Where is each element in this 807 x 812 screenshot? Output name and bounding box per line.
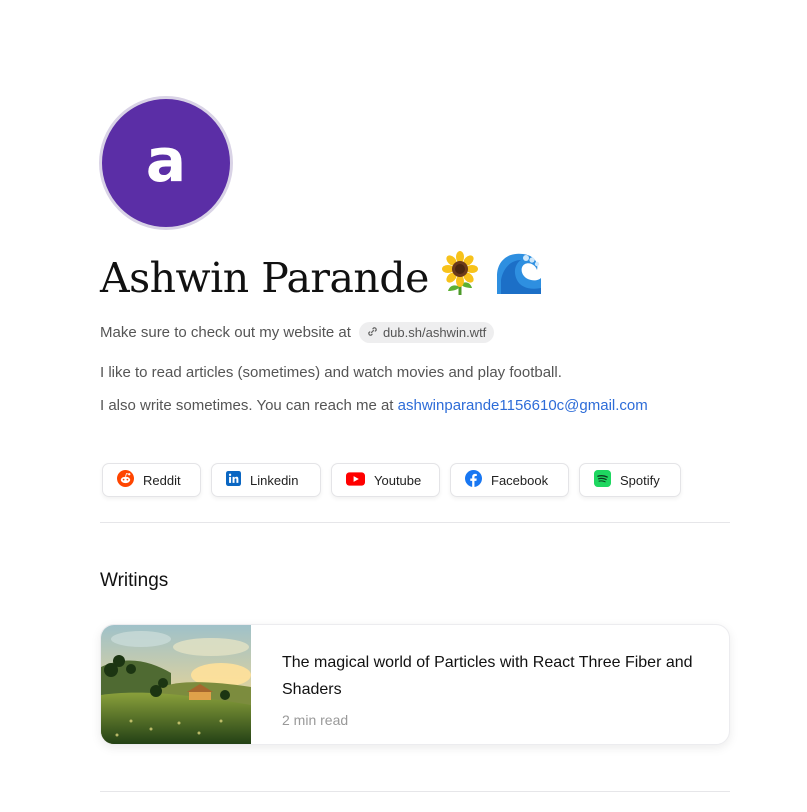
website-link[interactable]: dub.sh/ashwin.wtf xyxy=(358,322,495,343)
facebook-label: Facebook xyxy=(491,472,549,488)
linkedin-icon xyxy=(226,471,241,489)
profile-name: Ashwin Parande xyxy=(100,254,429,302)
spotify-label: Spotify xyxy=(620,472,660,488)
bio-contact-line: I also write sometimes. You can reach me… xyxy=(100,397,648,414)
wave-icon xyxy=(495,250,543,306)
article-title: The magical world of Particles with Reac… xyxy=(282,654,693,698)
article-read-time: 2 min read xyxy=(282,712,349,728)
youtube-icon xyxy=(346,471,365,489)
avatar-letter: a xyxy=(145,126,187,196)
sunflower-icon xyxy=(441,251,479,305)
profile-page: a Ashwin Parande Make sure to check out … xyxy=(0,0,807,812)
reddit-label: Reddit xyxy=(143,472,181,488)
bio-interests: I like to read articles (sometimes) and … xyxy=(100,364,562,381)
website-link-label: dub.sh/ashwin.wtf xyxy=(382,325,487,340)
linkedin-button[interactable]: Linkedin xyxy=(211,463,321,497)
youtube-button[interactable]: Youtube xyxy=(331,463,440,497)
article-card[interactable]: The magical world of Particles with Reac… xyxy=(100,624,730,745)
facebook-button[interactable]: Facebook xyxy=(450,463,569,497)
link-icon xyxy=(367,325,378,340)
reddit-button[interactable]: Reddit xyxy=(102,463,201,497)
section-divider xyxy=(100,791,730,792)
bio-contact-text: I also write sometimes. You can reach me… xyxy=(100,397,394,414)
avatar: a xyxy=(99,96,233,230)
linkedin-label: Linkedin xyxy=(250,472,299,488)
writings-heading: Writings xyxy=(100,570,169,591)
section-divider xyxy=(100,522,730,523)
reddit-icon xyxy=(117,470,134,490)
email-link[interactable]: ashwinparande1156610c@gmail.com xyxy=(398,397,648,414)
article-thumbnail xyxy=(101,625,251,744)
facebook-icon xyxy=(465,470,482,490)
article-body: The magical world of Particles with Reac… xyxy=(251,625,712,744)
page-title: Ashwin Parande xyxy=(100,250,543,306)
bio-website-line: Make sure to check out my website at dub… xyxy=(100,322,495,343)
spotify-button[interactable]: Spotify xyxy=(579,463,681,497)
bio-website-text: Make sure to check out my website at xyxy=(100,324,351,341)
social-links: Reddit Linkedin Youtube Facebook Spotify xyxy=(102,463,681,497)
youtube-label: Youtube xyxy=(374,472,422,488)
spotify-icon xyxy=(594,470,611,490)
